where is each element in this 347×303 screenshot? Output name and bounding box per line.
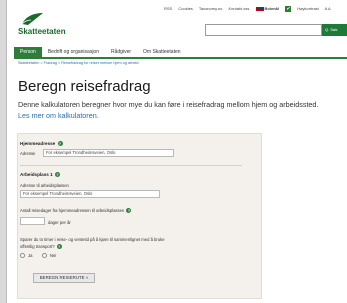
trip-days-label: Antall reisedager fra hjemmeadressen til… xyxy=(20,208,132,214)
radio-yes[interactable] xyxy=(20,253,25,258)
home-address-heading: Hjemmeadresse ? xyxy=(20,141,63,147)
skatteetaten-logo-icon[interactable] xyxy=(20,11,45,27)
time-saving-question-text: offentlig transport? xyxy=(20,244,55,249)
help-icon[interactable]: ? xyxy=(54,172,60,178)
language-label: Bokmål xyxy=(264,6,279,12)
language-selector[interactable]: Bokmål xyxy=(255,6,279,12)
trip-days-label-text: Antall reisedager fra hjemmeadressen til… xyxy=(20,208,125,213)
search-button[interactable]: Q. Søk xyxy=(322,24,347,36)
nav-item-advisor[interactable]: Rådgiver xyxy=(105,47,137,57)
nav-item-person[interactable]: Person xyxy=(14,47,42,57)
read-more-link[interactable]: Les mer om kalkulatoren. xyxy=(18,111,99,120)
workplace-address-input[interactable]: For eksempel Trondheimsveien, Oslo xyxy=(20,190,160,198)
time-saving-question: Sparer du to timer i reise- og ventetid … xyxy=(20,237,165,242)
text-size-link[interactable]: A A xyxy=(325,6,331,11)
nav-item-business[interactable]: Bedrift og organisasjon xyxy=(42,47,105,57)
home-address-label: Adresse xyxy=(20,151,36,156)
time-saving-question-line: offentlig transport? ? xyxy=(20,244,62,250)
browser-viewport: RSS Cookies Taxonomy.no Kontakt oss Bokm… xyxy=(0,0,347,303)
rss-link[interactable]: RSS xyxy=(164,6,172,11)
radio-no[interactable] xyxy=(42,253,47,258)
nav-item-about[interactable]: Om Skatteetaten xyxy=(137,47,187,57)
brand-name[interactable]: Skatteetaten xyxy=(18,27,66,36)
home-address-input[interactable]: For eksempel Trondheimsveien, Oslo xyxy=(43,149,174,157)
help-icon[interactable]: ? xyxy=(57,141,63,147)
utility-bar: RSS Cookies Taxonomy.no Kontakt oss Bokm… xyxy=(164,6,336,12)
main-navigation: Person Bedrift og organisasjon Rådgiver … xyxy=(14,47,187,57)
search-input[interactable] xyxy=(205,24,322,36)
contrast-link[interactable]: Høykontrast xyxy=(297,6,319,11)
nav-divider xyxy=(14,57,347,59)
trip-days-unit: dager per år xyxy=(48,220,71,225)
flag-icon xyxy=(255,7,264,11)
radio-yes-label: Ja xyxy=(28,253,33,258)
workplace-heading: Arbeidsplass 1 ? xyxy=(20,172,60,178)
home-address-heading-text: Hjemmeadresse xyxy=(20,141,56,146)
check-icon[interactable]: ✔ xyxy=(285,6,292,12)
taxonomy-link[interactable]: Taxonomy.no xyxy=(199,6,223,11)
trip-days-input[interactable] xyxy=(20,217,45,225)
contact-link[interactable]: Kontakt oss xyxy=(228,6,249,11)
breadcrumb[interactable]: Skatteetaten > Fradrag > Reisefradrag fo… xyxy=(18,61,139,65)
intro-text: Denne kalkulatoren beregner hvor mye du … xyxy=(18,100,319,109)
section-divider xyxy=(20,165,242,166)
radio-no-label: Nei xyxy=(50,253,57,258)
calculate-route-button[interactable]: BEREGN REISERUTE » xyxy=(33,273,95,283)
page-title: Beregn reisefradrag xyxy=(18,78,151,95)
help-icon[interactable]: ? xyxy=(126,208,132,214)
cookies-link[interactable]: Cookies xyxy=(178,6,192,11)
workplace-heading-text: Arbeidsplass 1 xyxy=(20,172,53,177)
workplace-address-label: Adresse til arbeidsplassen xyxy=(20,183,69,188)
window-frame-line xyxy=(6,0,7,303)
help-icon[interactable]: ? xyxy=(56,244,62,250)
